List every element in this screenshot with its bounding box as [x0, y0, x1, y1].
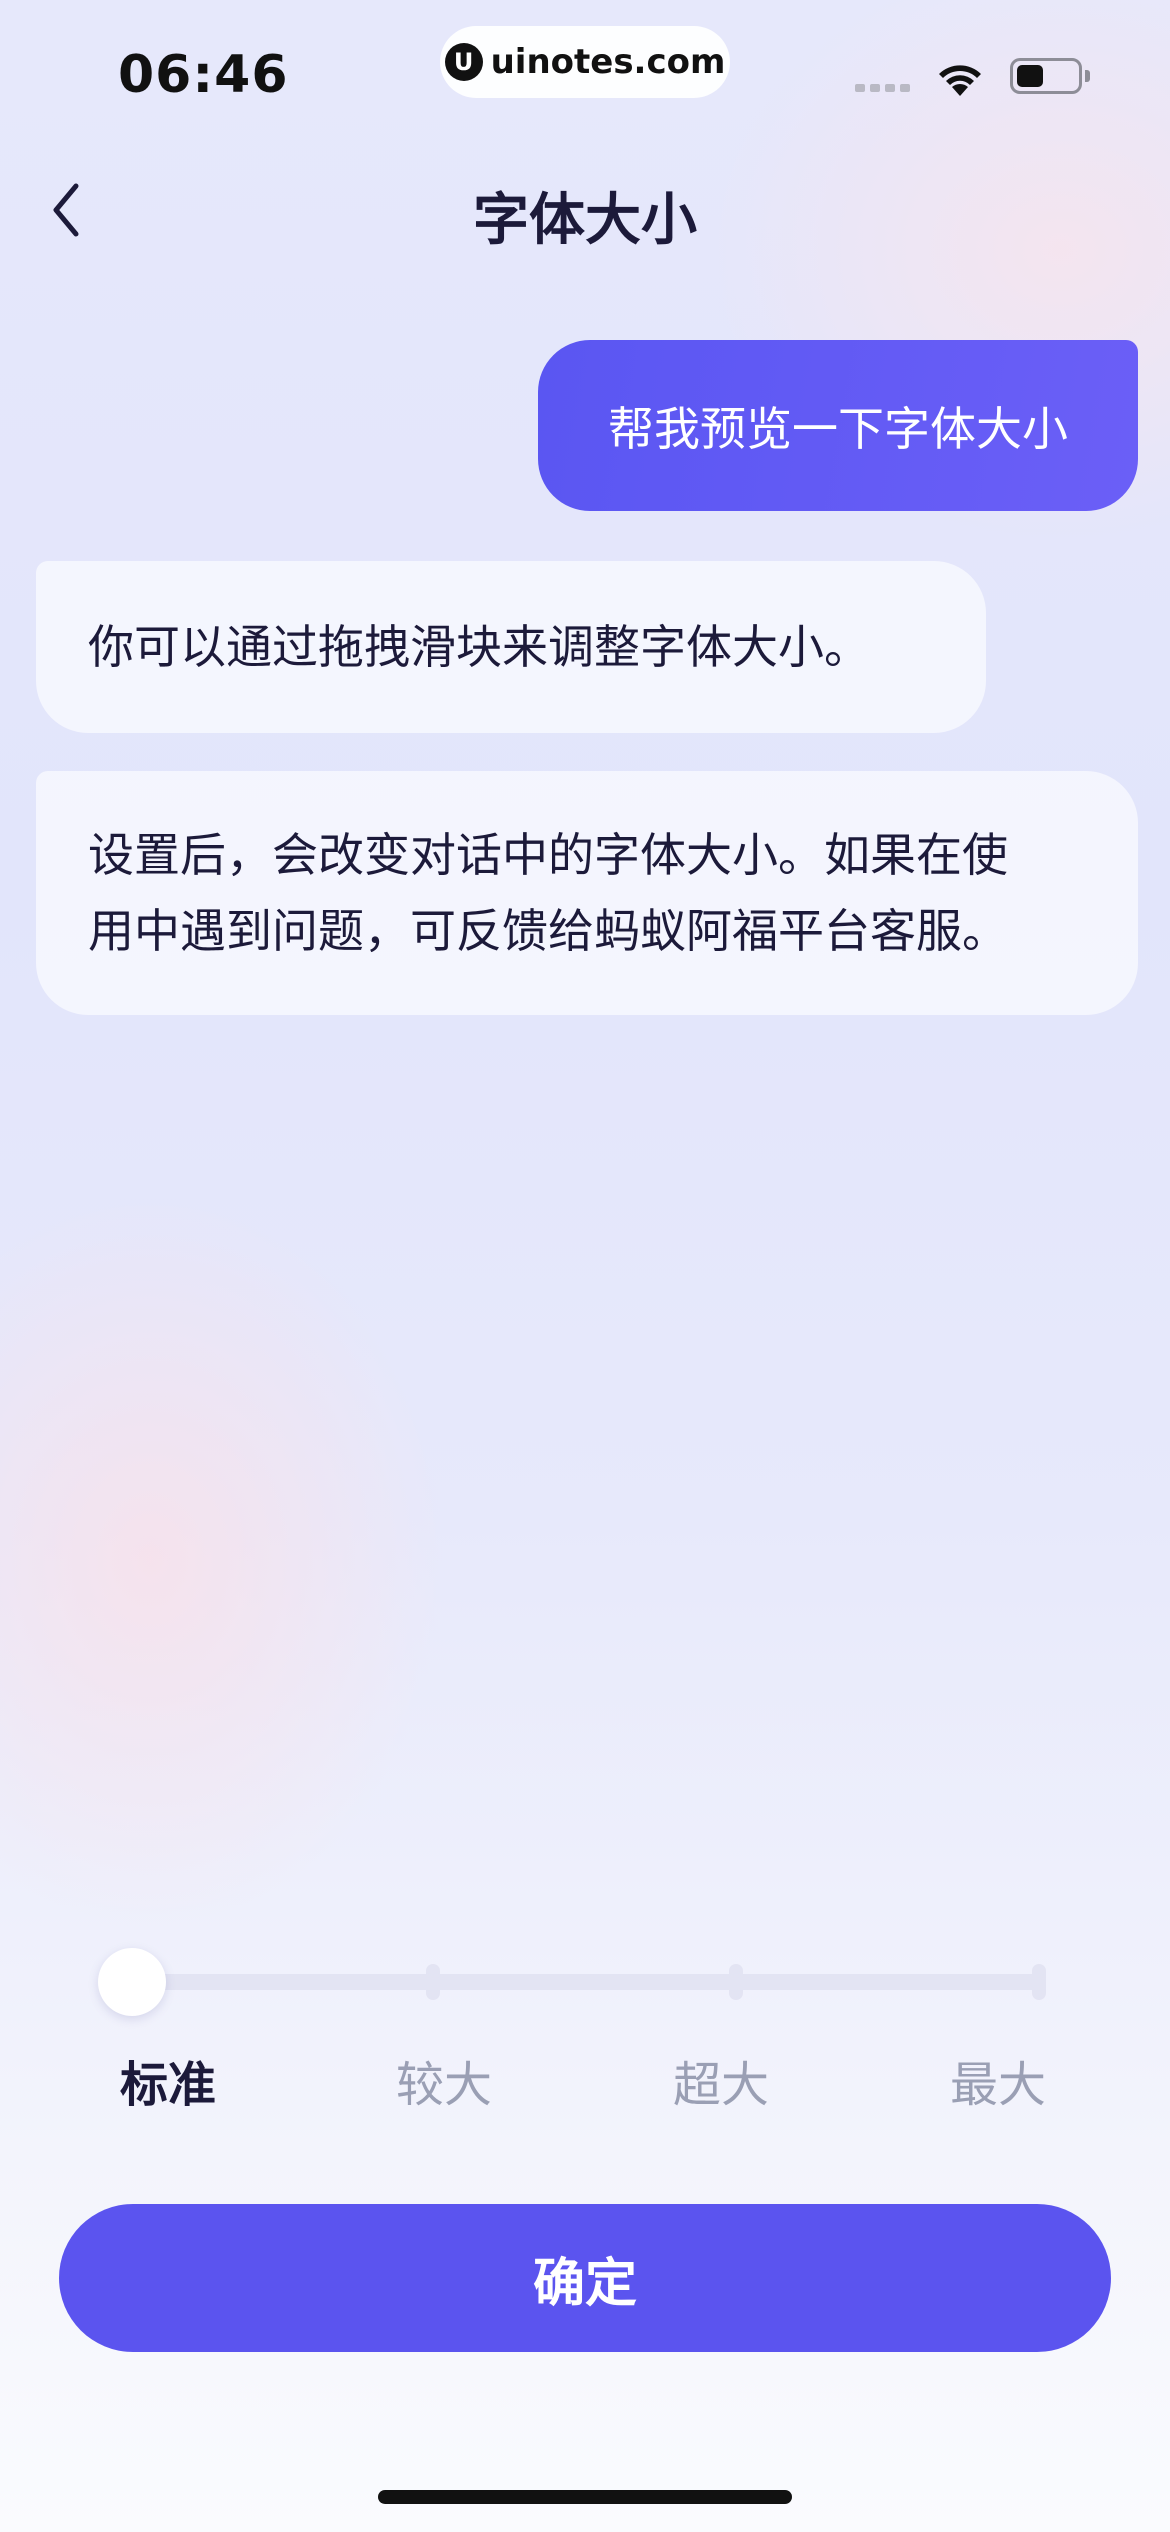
home-indicator[interactable]: [378, 2490, 792, 2504]
watermark-pill: U uinotes.com: [440, 26, 730, 98]
level-label-larger[interactable]: 较大: [396, 2045, 492, 2115]
slider-tick[interactable]: [1032, 1964, 1046, 2000]
confirm-button[interactable]: 确定: [59, 2204, 1111, 2352]
level-label-extra-large[interactable]: 超大: [673, 2045, 769, 2115]
level-label-standard[interactable]: 标准: [120, 2045, 216, 2115]
status-bar: 06:46 U uinotes.com: [0, 0, 1170, 140]
slider-tick[interactable]: [729, 1964, 743, 2000]
battery-tip: [1085, 70, 1090, 82]
watermark-logo-icon: U: [444, 43, 483, 81]
slider-tick[interactable]: [426, 1964, 440, 2000]
slider-track[interactable]: [132, 1974, 1042, 1990]
watermark-text: uinotes.com: [490, 42, 726, 82]
bot-message-text: 你可以通过拖拽滑块来调整字体大小。: [88, 620, 870, 674]
user-message-bubble: 帮我预览一下字体大小: [538, 340, 1138, 511]
bot-message-bubble: 设置后，会改变对话中的字体大小。如果在使 用中遇到问题，可反馈给蚂蚁阿福平台客服…: [36, 771, 1138, 1015]
bot-message-line: 用中遇到问题，可反馈给蚂蚁阿福平台客服。: [88, 904, 1008, 958]
battery-icon: [1010, 58, 1082, 94]
level-label-largest[interactable]: 最大: [950, 2045, 1046, 2115]
cellular-signal-icon: [855, 84, 910, 92]
bot-message-line: 设置后，会改变对话中的字体大小。如果在使: [88, 828, 1008, 882]
wifi-icon: [939, 65, 981, 96]
font-size-slider[interactable]: [98, 1946, 1050, 2018]
page-title: 字体大小: [473, 188, 697, 253]
slider-thumb[interactable]: [98, 1948, 166, 2016]
status-time: 06:46: [118, 45, 289, 105]
bot-message-bubble: 你可以通过拖拽滑块来调整字体大小。: [36, 561, 986, 733]
